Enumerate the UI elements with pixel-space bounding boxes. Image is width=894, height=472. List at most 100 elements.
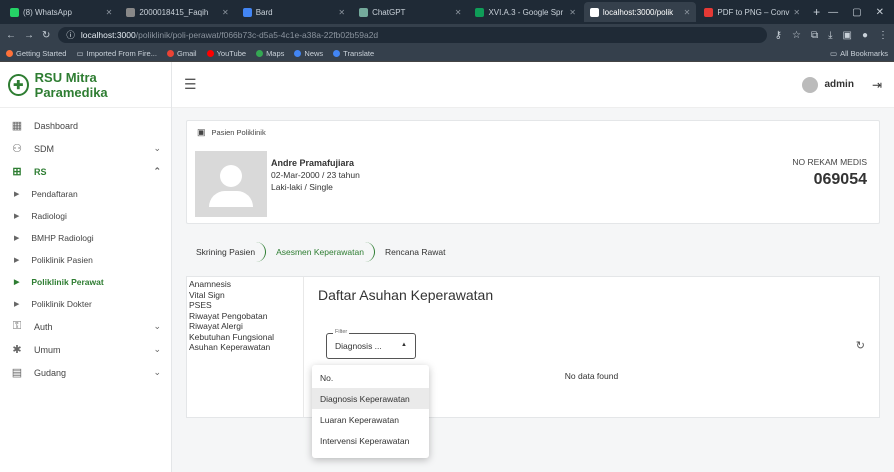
browser-tab-bar: (8) WhatsApp ✕ 2000018415_Faqih ✕ Bard ✕ Ch… xyxy=(0,0,894,24)
key-icon: ⚿ xyxy=(12,320,22,332)
tab-label: PDF to PNG – Conv xyxy=(717,7,790,17)
user-menu[interactable]: admin ⇥ xyxy=(802,76,882,93)
hamburger-menu-icon[interactable]: ☰ xyxy=(184,76,197,93)
bookmark-item[interactable]: Getting Started xyxy=(6,49,66,58)
dropdown-option-diagnosis[interactable]: Diagnosis Keperawatan xyxy=(312,388,429,409)
close-icon[interactable]: ✕ xyxy=(684,8,691,17)
dropdown-option-no[interactable]: No. xyxy=(312,367,429,388)
sidebar-subitem-radiologi[interactable]: ▶ Radiologi xyxy=(0,205,171,227)
bookmark-item[interactable]: Gmail xyxy=(166,49,197,58)
bookmark-label: Gmail xyxy=(176,49,197,58)
sidebar-item-sdm[interactable]: ⚇ SDM ⌄ xyxy=(0,137,171,160)
menu-icon[interactable]: ⋮ xyxy=(878,30,888,41)
sidebar-subitem-label: Poliklinik Pasien xyxy=(31,255,93,265)
close-icon[interactable]: ✕ xyxy=(222,8,229,17)
browser-tab[interactable]: (8) WhatsApp ✕ xyxy=(4,2,118,22)
browser-tab[interactable]: Bard ✕ xyxy=(237,2,351,22)
browser-tab[interactable]: XVI.A.3 - Google Spr ✕ xyxy=(469,2,581,22)
sidepanel-icon[interactable]: ▣ xyxy=(843,30,852,41)
patient-card-header: ▣ Pasien Poliklinik xyxy=(187,121,879,143)
all-bookmarks[interactable]: ▭ All Bookmarks xyxy=(830,49,888,58)
folder-icon: ▭ xyxy=(829,49,838,58)
subnav-asuhan-keperawatan[interactable]: Asuhan Keperawatan xyxy=(189,342,303,353)
sidebar-subitem-label: Poliklinik Perawat xyxy=(31,277,104,287)
minimize-icon[interactable]: — xyxy=(828,7,838,18)
filter-label: Filter xyxy=(333,329,350,335)
card-title: Pasien Poliklinik xyxy=(211,127,266,137)
dropdown-option-intervensi[interactable]: Intervensi Keperawatan xyxy=(312,430,429,451)
sidebar-item-label: Umum xyxy=(34,344,61,355)
sidebar-subitem-pendaftaran[interactable]: ▶ Pendaftaran xyxy=(0,183,171,205)
bookmark-item[interactable]: News xyxy=(294,49,323,58)
refresh-icon[interactable]: ↻ xyxy=(856,339,865,352)
tab-rencana-rawat[interactable]: Rencana Rawat xyxy=(375,242,455,262)
bookmarks-bar: Getting Started ▭ Imported From Fire... G… xyxy=(0,46,894,62)
sidebar-item-gudang[interactable]: ▤ Gudang ⌄ xyxy=(0,361,171,384)
browser-tab[interactable]: ChatGPT ✕ xyxy=(353,2,467,22)
subnav-anamnesis[interactable]: Anamnesis xyxy=(189,279,303,290)
browser-tab-active[interactable]: localhost:3000/polik ✕ xyxy=(583,2,697,22)
brand[interactable]: ✚ RSU Mitra Paramedika xyxy=(0,62,171,108)
sidebar-item-auth[interactable]: ⚿ Auth ⌄ xyxy=(0,315,171,338)
bookmark-item[interactable]: YouTube xyxy=(206,49,246,58)
sidebar-subitem-poliklinik-dokter[interactable]: ▶ Poliklinik Dokter xyxy=(0,293,171,315)
chevron-up-icon: ⌃ xyxy=(153,166,161,176)
sidebar-item-rs[interactable]: ⊞ RS ⌃ xyxy=(0,160,171,183)
patient-gender: Laki-laki / Single xyxy=(271,182,333,192)
bookmark-item[interactable]: ▭ Imported From Fire... xyxy=(76,49,157,58)
subnav-riwayat-alergi[interactable]: Riwayat Alergi xyxy=(189,321,303,332)
person-head-icon xyxy=(220,165,242,187)
sidebar-item-umum[interactable]: ✱ Umum ⌄ xyxy=(0,338,171,361)
close-icon[interactable]: ✕ xyxy=(793,8,800,17)
bookmark-star-icon[interactable]: ☆ xyxy=(792,30,801,41)
dropdown-option-luaran[interactable]: Luaran Keperawatan xyxy=(312,409,429,430)
bookmark-item[interactable]: Translate xyxy=(333,49,374,58)
translate-icon xyxy=(333,50,341,57)
subnav-riwayat-pengobatan[interactable]: Riwayat Pengobatan xyxy=(189,311,303,322)
site-info-icon[interactable]: ⓘ xyxy=(66,29,75,41)
close-icon[interactable]: ✕ xyxy=(455,8,462,17)
main-content: ☰ admin ⇥ ▣ Pasien Poliklinik Andre Pram… xyxy=(172,62,894,472)
close-icon[interactable]: ✕ xyxy=(338,8,345,17)
tab-asesmen-keperawatan[interactable]: Asesmen Keperawatan xyxy=(266,242,375,262)
url-input[interactable]: ⓘ localhost:3000/poliklinik/poli-perawat… xyxy=(58,27,767,43)
close-icon[interactable]: ✕ xyxy=(106,8,113,17)
extensions-icon[interactable]: ⧉ xyxy=(811,30,818,41)
subnav-kebutuhan-fungsional[interactable]: Kebutuhan Fungsional xyxy=(189,332,303,343)
firefox-icon xyxy=(6,50,13,57)
subnav-pses[interactable]: PSES xyxy=(189,300,303,311)
bard-icon xyxy=(242,7,252,17)
sidebar-subitem-poliklinik-pasien[interactable]: ▶ Poliklinik Pasien xyxy=(0,249,171,271)
profile-icon[interactable]: ● xyxy=(862,30,868,41)
sidebar-subitem-bmhp-radiologi[interactable]: ▶ BMHP Radiologi xyxy=(0,227,171,249)
medical-record: NO REKAM MEDIS 069054 xyxy=(792,157,867,189)
close-window-icon[interactable]: ✕ xyxy=(876,7,884,18)
back-icon[interactable]: ← xyxy=(6,30,16,41)
reload-icon[interactable]: ↻ xyxy=(42,30,50,41)
sidebar-item-dashboard[interactable]: ▦ Dashboard xyxy=(0,114,171,137)
chevron-right-icon: ▶ xyxy=(14,235,20,242)
filter-select[interactable]: Filter Diagnosis ... ▲ xyxy=(326,329,416,359)
new-tab-button[interactable]: + xyxy=(807,5,826,19)
close-icon[interactable]: ✕ xyxy=(569,8,576,17)
download-icon[interactable]: ⤓ xyxy=(828,30,832,41)
patient-name: Andre Pramafujiara xyxy=(271,158,355,168)
sidebar-subitem-poliklinik-perawat[interactable]: ▶ Poliklinik Perawat xyxy=(0,271,171,293)
browser-tab[interactable]: PDF to PNG – Conv ✕ xyxy=(698,2,805,22)
forward-icon[interactable]: → xyxy=(24,30,34,41)
browser-tab[interactable]: 2000018415_Faqih ✕ xyxy=(120,2,234,22)
tab-skrining-pasien[interactable]: Skrining Pasien xyxy=(186,242,267,262)
bookmark-item[interactable]: Maps xyxy=(256,49,284,58)
bookmark-label: All Bookmarks xyxy=(840,49,888,58)
subnav-vital-sign[interactable]: Vital Sign xyxy=(189,290,303,301)
app: ✚ RSU Mitra Paramedika ▦ Dashboard ⚇ SDM ⌄ … xyxy=(0,62,894,472)
caret-up-icon: ▲ xyxy=(401,342,407,348)
bookmark-label: News xyxy=(304,49,324,58)
maximize-icon[interactable]: ▢ xyxy=(852,7,861,18)
medical-record-number: 069054 xyxy=(813,171,867,188)
person-body-icon xyxy=(209,191,253,207)
key-icon[interactable]: ⚷ xyxy=(775,30,782,41)
patient-info: Andre Pramafujiara 02-Mar-2000 / 23 tahu… xyxy=(271,157,360,193)
patient-dob: 02-Mar-2000 / 23 tahun xyxy=(271,170,360,180)
logout-icon[interactable]: ⇥ xyxy=(872,78,882,92)
